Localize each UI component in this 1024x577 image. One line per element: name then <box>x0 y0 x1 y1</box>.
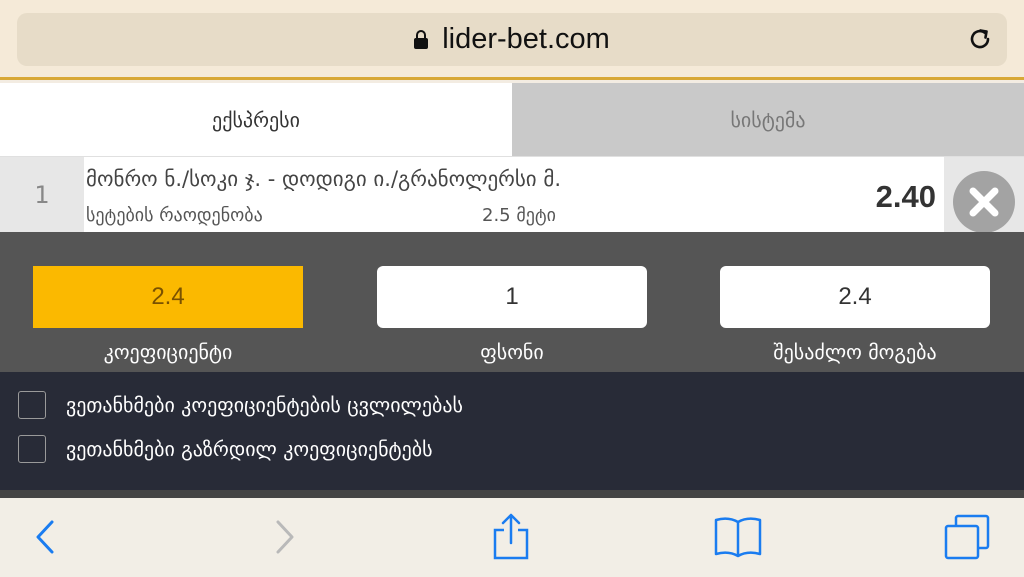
tab-system[interactable]: სისტემა <box>512 83 1024 156</box>
market-name: სეტების რაოდენობა <box>86 205 263 226</box>
remove-bet-button[interactable] <box>953 171 1015 233</box>
accept-increased-odds-option[interactable]: ვეთანხმები გაზრდილ კოეფიციენტებს <box>18 435 433 463</box>
bet-options: ვეთანხმები კოეფიციენტების ცვლილებას ვეთა… <box>0 372 1024 490</box>
bet-odds: 2.40 <box>875 179 936 214</box>
bet-slip-row: 1 მონრო ნ./სოკი ჯ. - დოდიგი ი./გრანოლერს… <box>0 156 1024 233</box>
accept-increased-odds-checkbox[interactable] <box>18 435 46 463</box>
bet-index: 1 <box>0 157 84 233</box>
book-icon[interactable] <box>713 512 763 562</box>
accept-increased-odds-label: ვეთანხმები გაზრდილ კოეფიციენტებს <box>66 437 433 461</box>
section-divider <box>0 490 1024 498</box>
browser-top-bar: lider-bet.com <box>0 0 1024 80</box>
stake-panel: 2.4 კოეფიციენტი 1 ფსონი 2.4 შესაძლო მოგე… <box>0 232 1024 372</box>
coefficient-label: კოეფიციენტი <box>103 340 233 364</box>
address-bar[interactable]: lider-bet.com <box>17 13 1007 66</box>
reload-icon[interactable] <box>967 26 993 52</box>
bet-details: მონრო ნ./სოკი ჯ. - დოდიგი ი./გრანოლერსი … <box>84 157 944 233</box>
browser-toolbar <box>0 498 1024 577</box>
lock-icon <box>414 29 429 50</box>
chevron-left-icon[interactable] <box>22 512 72 562</box>
share-icon[interactable] <box>486 512 536 562</box>
chevron-right-icon[interactable] <box>258 512 308 562</box>
stake-input[interactable]: 1 <box>377 266 647 328</box>
accept-odds-change-checkbox[interactable] <box>18 391 46 419</box>
tab-express[interactable]: ექსპრესი <box>0 83 512 156</box>
bet-type-tabs: ექსპრესი სისტემა <box>0 83 1024 156</box>
coefficient-field: 2.4 <box>33 266 303 328</box>
selection-name: 2.5 მეტი <box>482 205 556 226</box>
possible-win-label: შესაძლო მოგება <box>773 340 937 364</box>
accept-odds-change-label: ვეთანხმები კოეფიციენტების ცვლილებას <box>66 393 463 417</box>
tabs-icon[interactable] <box>942 512 992 562</box>
remove-bet-area <box>944 157 1024 233</box>
accept-odds-change-option[interactable]: ვეთანხმები კოეფიციენტების ცვლილებას <box>18 391 463 419</box>
url-text: lider-bet.com <box>442 23 610 55</box>
close-icon <box>969 187 999 217</box>
match-name: მონრო ნ./სოკი ჯ. - დოდიგი ი./გრანოლერსი … <box>86 167 562 191</box>
stake-label: ფსონი <box>480 340 544 364</box>
possible-win-field: 2.4 <box>720 266 990 328</box>
